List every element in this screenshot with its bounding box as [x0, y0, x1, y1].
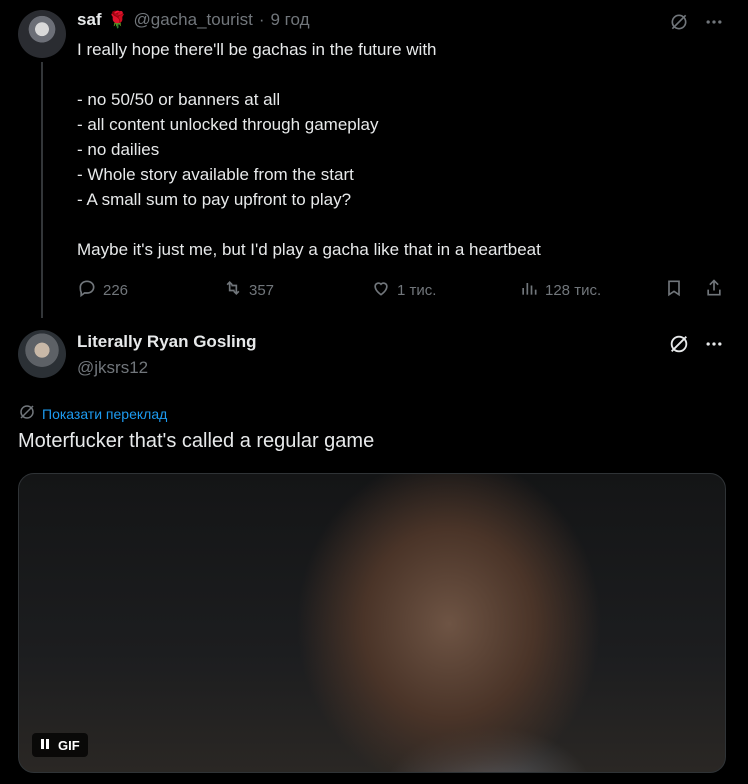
gif-label: GIF [58, 737, 80, 753]
more-icon[interactable] [702, 332, 726, 356]
like-button[interactable]: 1 тис. [371, 278, 436, 302]
bookmark-icon [664, 278, 684, 302]
avatar[interactable] [18, 330, 66, 378]
tweet-actions: 226 357 1 тис. 128 тис. [77, 278, 727, 302]
bookmark-button[interactable] [664, 278, 684, 302]
repost-icon [223, 278, 243, 302]
translate-link[interactable]: Показати переклад [18, 403, 167, 424]
like-count: 1 тис. [397, 281, 437, 299]
gif-media[interactable] [18, 473, 726, 773]
reply-icon [77, 278, 97, 302]
timestamp[interactable]: 9 год [271, 10, 310, 30]
avatar[interactable] [18, 10, 66, 58]
share-icon [704, 278, 724, 302]
more-icon[interactable] [702, 10, 726, 34]
translate-label: Показати переклад [42, 405, 168, 422]
separator: · [258, 10, 265, 29]
reply-handle[interactable]: @jksrs12 [77, 358, 148, 378]
reply-display-name[interactable]: Literally Ryan Gosling [77, 332, 257, 352]
views-button[interactable]: 128 тис. [519, 278, 601, 302]
tweet-header: saf 🌹 @gacha_tourist · 9 год [77, 10, 310, 30]
views-icon [519, 278, 539, 302]
share-button[interactable] [704, 278, 724, 302]
reply-text: Moterfucker that's called a regular game [18, 430, 375, 452]
grok-icon[interactable] [667, 332, 691, 356]
gif-badge[interactable]: GIF [32, 733, 88, 757]
display-name[interactable]: saf [77, 10, 102, 30]
tweet-text: I really hope there'll be gachas in the … [77, 40, 541, 259]
views-count: 128 тис. [545, 281, 602, 299]
reply-count: 226 [103, 281, 129, 299]
rose-emoji: 🌹 [107, 12, 128, 29]
grok-icon[interactable] [667, 10, 691, 34]
reply-button[interactable]: 226 [77, 278, 128, 302]
pause-icon[interactable] [40, 738, 50, 753]
handle[interactable]: @gacha_tourist [134, 10, 253, 30]
like-icon [371, 278, 391, 302]
translate-icon [18, 403, 36, 424]
repost-button[interactable]: 357 [223, 278, 274, 302]
repost-count: 357 [249, 281, 275, 299]
thread-connector-line [41, 62, 43, 318]
